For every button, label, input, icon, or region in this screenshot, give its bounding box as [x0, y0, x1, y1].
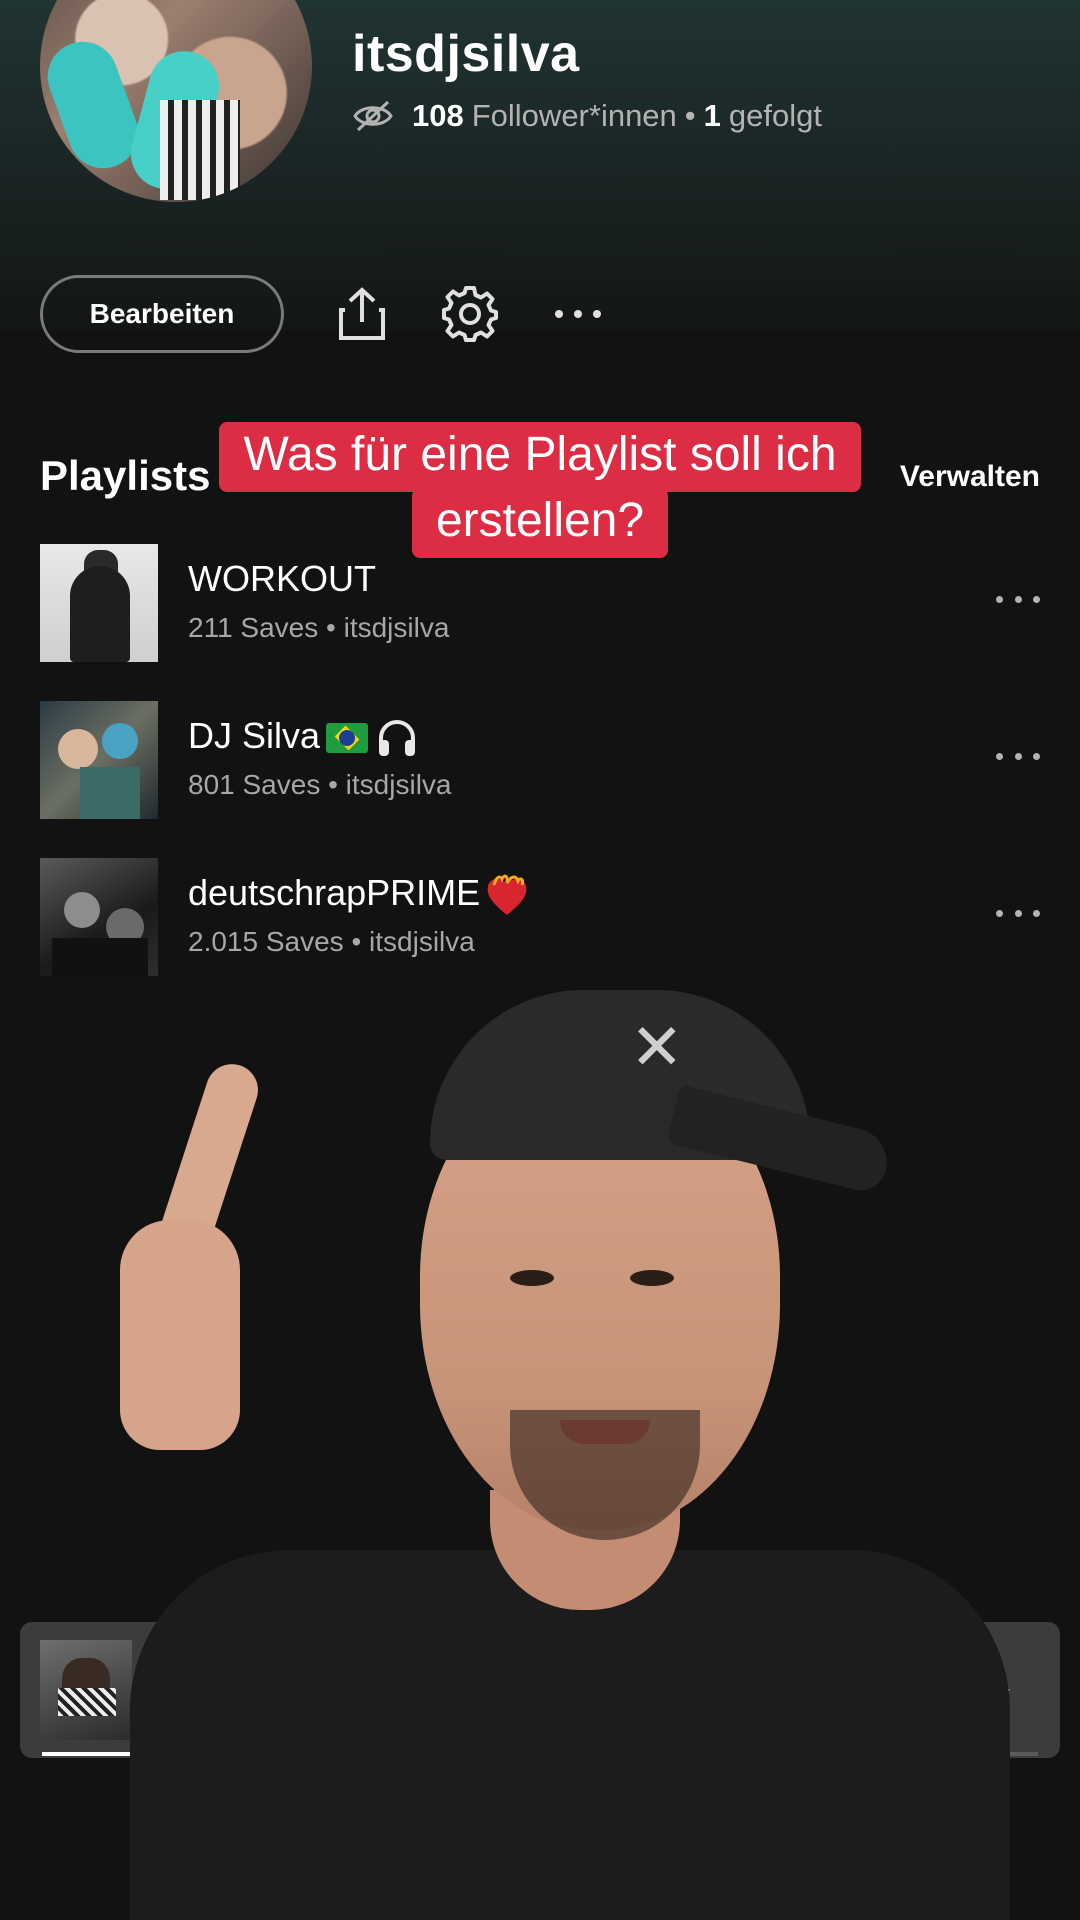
- playlist-title: WORKOUT: [188, 558, 376, 599]
- following-label[interactable]: gefolgt: [729, 98, 822, 134]
- more-horizontal-icon: [555, 310, 601, 318]
- video-caption: Was für eine Playlist soll ich erstellen…: [0, 422, 1080, 558]
- avatar-photo-detail: [160, 100, 240, 200]
- settings-button[interactable]: [438, 282, 502, 346]
- brazil-flag-icon: [326, 723, 369, 754]
- playlist-cover: [40, 544, 158, 662]
- playlist-subtitle: 2.015 Saves • itsdjsilva: [188, 926, 475, 957]
- playlist-item[interactable]: deutschrapPRIME 2.015 Saves • itsdjsilva: [40, 858, 1040, 976]
- followers-count[interactable]: 108: [412, 98, 464, 134]
- playlist-title-row: DJ Silva: [188, 715, 418, 758]
- edit-profile-button[interactable]: Bearbeiten: [40, 275, 284, 353]
- playlist-cover: [40, 701, 158, 819]
- playlist-subtitle: 211 Saves • itsdjsilva: [188, 612, 450, 643]
- cap-logo: ✕: [630, 1011, 684, 1083]
- profile-stats: 108 Follower*innen • 1 gefolgt: [352, 98, 822, 134]
- share-button[interactable]: [330, 282, 394, 346]
- playlist-more-button[interactable]: [996, 741, 1040, 771]
- more-options-button[interactable]: [546, 282, 610, 346]
- playlist-more-button[interactable]: [996, 898, 1040, 928]
- playlist-title: deutschrapPRIME: [188, 872, 481, 913]
- caption-line-1: Was für eine Playlist soll ich: [219, 422, 861, 492]
- caption-line-2: erstellen?: [411, 488, 669, 558]
- share-icon: [339, 287, 385, 340]
- eye-hidden-icon: [353, 100, 393, 132]
- playlist-cover: [40, 858, 158, 976]
- heart-on-fire-icon: [487, 875, 527, 916]
- playlist-subtitle: 801 Saves • itsdjsilva: [188, 769, 452, 800]
- profile-username: itsdjsilva: [352, 25, 580, 83]
- playlist-item[interactable]: WORKOUT 211 Saves • itsdjsilva: [40, 544, 1040, 662]
- mini-player-cover: [40, 1640, 132, 1740]
- following-count[interactable]: 1: [704, 98, 721, 134]
- playlist-item[interactable]: DJ Silva 801 Saves • itsdjsilva: [40, 701, 1040, 819]
- playlist-title: DJ Silva: [188, 715, 321, 756]
- gear-icon: [442, 286, 498, 342]
- headphones-icon: [379, 720, 416, 757]
- stats-separator: •: [684, 98, 696, 133]
- playlist-more-button[interactable]: [996, 584, 1040, 614]
- creator-video-overlay: ✕: [120, 990, 1010, 1920]
- progress-fill: [42, 1752, 132, 1756]
- followers-label[interactable]: Follower*innen: [472, 98, 677, 134]
- playlist-title-row: deutschrapPRIME: [188, 872, 530, 917]
